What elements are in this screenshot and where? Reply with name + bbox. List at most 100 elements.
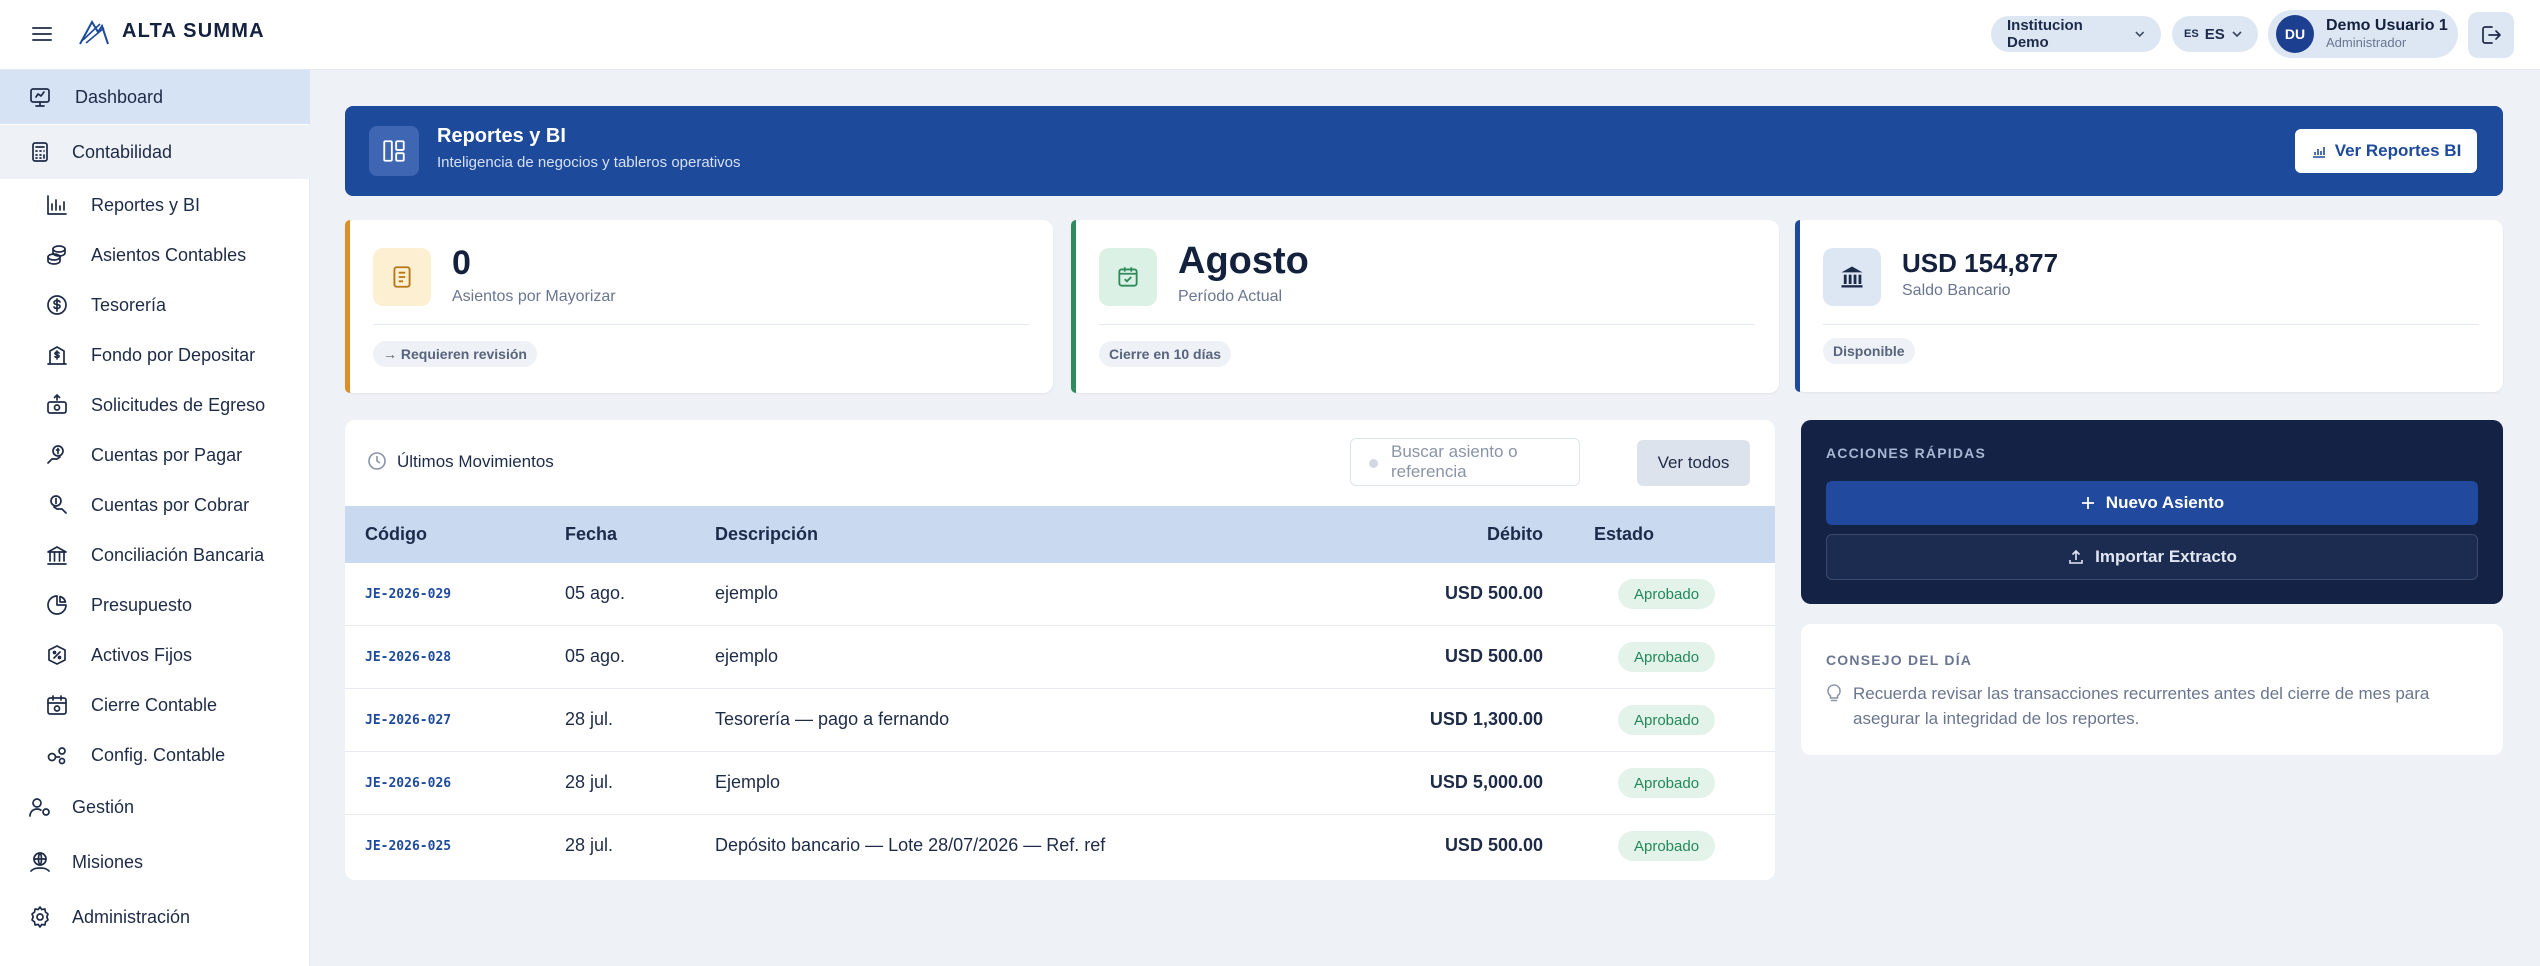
status-badge: Aprobado	[1618, 705, 1716, 735]
sidebar-subitem-reportes[interactable]: Reportes y BI	[0, 180, 310, 230]
tip-text: Recuerda revisar las transacciones recur…	[1853, 684, 2430, 728]
language-label: ES	[2204, 25, 2225, 43]
stat-card-bank-balance: USD 154,877 Saldo Bancario Disponible	[1795, 220, 2503, 392]
entry-code[interactable]: JE-2026-025	[365, 839, 451, 854]
column-header[interactable]: Fecha	[565, 524, 617, 545]
bar-chart-icon	[47, 195, 67, 215]
card-value: 0	[452, 244, 471, 282]
sidebar-subitem-cuentas-cobrar[interactable]: Cuentas por Cobrar	[0, 480, 310, 530]
panel-title: Últimos Movimientos	[397, 452, 554, 471]
card-badge: Cierre en 10 días	[1099, 341, 1232, 367]
search-input[interactable]: Buscar asiento o referencia	[1350, 438, 1580, 486]
status-badge: Aprobado	[1618, 768, 1716, 798]
sidebar-item-administracion[interactable]: Administración	[0, 890, 310, 944]
user-role: Administrador	[2326, 35, 2407, 50]
sidebar-item-gestion[interactable]: Gestión	[0, 780, 310, 834]
bank-icon	[47, 546, 67, 565]
user-menu[interactable]: DU Demo Usuario 1 Administrador	[2268, 10, 2458, 58]
table-row[interactable]: JE-2026-028 05 ago. ejemplo USD 500.00 A…	[345, 626, 1775, 689]
latest-movements-panel: Últimos Movimientos Buscar asiento o ref…	[345, 420, 1775, 880]
entry-description: Depósito bancario — Lote 28/07/2026 — Re…	[715, 835, 1106, 855]
building-dollar-icon	[47, 346, 67, 365]
language-selector[interactable]: ES ES	[2172, 16, 2258, 52]
entry-description: ejemplo	[715, 583, 779, 603]
quick-actions-panel: ACCIONES RÁPIDAS Nuevo Asiento Importar …	[1801, 420, 2503, 604]
sidebar-subitem-label: Conciliación Bancaria	[91, 544, 265, 565]
entry-code[interactable]: JE-2026-028	[365, 650, 451, 665]
card-label: Período Actual	[1178, 288, 1283, 305]
top-bar: ALTA SUMMA Institucion Demo ES ES DU Dem…	[0, 0, 2540, 70]
card-label: Asientos por Mayorizar	[452, 288, 616, 305]
import-statement-button[interactable]: Importar Extracto	[1826, 534, 2478, 580]
card-badge: Disponible	[1823, 338, 1915, 364]
view-bi-reports-button[interactable]: Ver Reportes BI	[2295, 129, 2477, 173]
sidebar-subitem-cierre[interactable]: Cierre Contable	[0, 680, 310, 730]
dashboard-layout-icon	[369, 126, 419, 176]
tip-of-the-day-panel: CONSEJO DEL DÍA Recuerda revisar las tra…	[1801, 624, 2503, 755]
language-flag-code: ES	[2184, 28, 2199, 40]
status-badge: Aprobado	[1618, 579, 1716, 609]
menu-icon[interactable]	[28, 20, 56, 48]
sidebar-subitem-label: Config. Contable	[91, 744, 226, 765]
sidebar-subitem-label: Cierre Contable	[91, 694, 218, 715]
new-entry-label: Nuevo Asiento	[2105, 493, 2225, 512]
card-badge: → Requieren revisión	[373, 341, 537, 367]
sidebar-subitem-config[interactable]: Config. Contable	[0, 730, 310, 780]
entry-debit: USD 5,000.00	[1429, 772, 1543, 792]
table-row[interactable]: JE-2026-026 28 jul. Ejemplo USD 5,000.00…	[345, 752, 1775, 815]
sidebar-subitem-fondo[interactable]: Fondo por Depositar	[0, 330, 310, 380]
entry-date: 28 jul.	[565, 835, 614, 855]
users-gear-icon	[29, 798, 50, 817]
column-header[interactable]: Estado	[1594, 524, 1654, 545]
column-header[interactable]: Débito	[1487, 524, 1543, 545]
stat-card-current-period: Agosto Período Actual Cierre en 10 días	[1071, 220, 1779, 393]
user-name: Demo Usuario 1	[2326, 17, 2448, 34]
globe-icon	[30, 852, 50, 872]
entry-code[interactable]: JE-2026-026	[365, 776, 451, 791]
sidebar-subitem-label: Cuentas por Pagar	[91, 444, 243, 465]
import-statement-label: Importar Extracto	[2095, 547, 2237, 566]
table-row[interactable]: JE-2026-029 05 ago. ejemplo USD 500.00 A…	[345, 563, 1775, 626]
card-accent	[1795, 220, 1800, 392]
sidebar-item-label: Dashboard	[75, 86, 164, 107]
chevron-down-icon	[2134, 31, 2144, 37]
new-entry-button[interactable]: Nuevo Asiento	[1826, 481, 2478, 525]
entry-code[interactable]: JE-2026-027	[365, 713, 451, 728]
sidebar-subitem-label: Cuentas por Cobrar	[91, 494, 250, 515]
sidebar-subitem-cuentas-pagar[interactable]: Cuentas por Pagar	[0, 430, 310, 480]
card-value: Agosto	[1178, 240, 1309, 282]
banner-subtitle: Inteligencia de negocios y tableros oper…	[437, 154, 741, 171]
sidebar-item-label: Misiones	[72, 851, 144, 872]
money-out-icon	[47, 394, 67, 414]
table-row[interactable]: JE-2026-027 28 jul. Tesorería — pago a f…	[345, 689, 1775, 752]
entry-code[interactable]: JE-2026-029	[365, 587, 451, 602]
hand-coin-icon	[47, 445, 64, 464]
card-accent	[1071, 220, 1076, 393]
sidebar-subitem-tesoreria[interactable]: Tesorería	[0, 280, 310, 330]
institution-selector[interactable]: Institucion Demo	[1991, 16, 2161, 52]
table-row[interactable]: JE-2026-025 28 jul. Depósito bancario — …	[345, 815, 1775, 878]
upload-icon	[2069, 549, 2083, 564]
sidebar-subitem-label: Activos Fijos	[91, 644, 193, 665]
sidebar-subitem-presupuesto[interactable]: Presupuesto	[0, 580, 310, 630]
entry-debit: USD 500.00	[1444, 646, 1543, 666]
sidebar-item-dashboard[interactable]: Dashboard	[0, 70, 310, 124]
sidebar-subitem-conciliacion[interactable]: Conciliación Bancaria	[0, 530, 310, 580]
sidebar-subitem-solicitudes[interactable]: Solicitudes de Egreso	[0, 380, 310, 430]
column-header[interactable]: Código	[365, 524, 427, 545]
entry-date: 05 ago.	[565, 646, 626, 666]
status-badge: Aprobado	[1618, 642, 1716, 672]
brand-logo[interactable]: ALTA SUMMA	[76, 14, 265, 48]
sidebar-subitem-activos[interactable]: Activos Fijos	[0, 630, 310, 680]
column-header[interactable]: Descripción	[715, 524, 818, 545]
sidebar-item-label: Gestión	[72, 796, 135, 817]
clock-icon	[368, 452, 386, 470]
sidebar-item-label: Administración	[72, 906, 191, 927]
view-all-button[interactable]: Ver todos	[1637, 440, 1750, 486]
logout-button[interactable]	[2468, 12, 2514, 58]
sidebar-subitem-asientos[interactable]: Asientos Contables	[0, 230, 310, 280]
sidebar-item-contabilidad[interactable]: Contabilidad	[0, 125, 310, 179]
banner-title: Reportes y BI	[437, 125, 566, 147]
calculator-icon	[32, 142, 48, 162]
sidebar-item-misiones[interactable]: Misiones	[0, 835, 310, 889]
